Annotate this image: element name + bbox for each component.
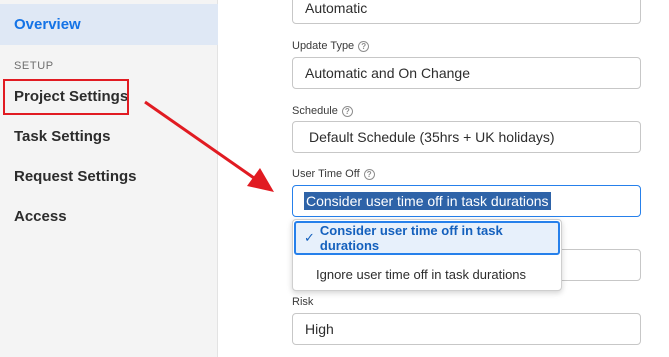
dropdown-option-label: Consider user time off in task durations [319, 223, 503, 253]
sidebar: Overview SETUP Project Settings Task Set… [0, 0, 218, 357]
user-time-off-dropdown: ✓ Consider user time off in task duratio… [292, 219, 562, 291]
update-type-select[interactable]: Automatic and On Change [292, 57, 641, 89]
sidebar-item-request-settings[interactable]: Request Settings [14, 168, 137, 185]
annotation-highlight-box [3, 79, 129, 115]
sidebar-section-setup: SETUP [14, 60, 54, 72]
sidebar-item-task-settings[interactable]: Task Settings [14, 128, 110, 145]
risk-value: High [305, 321, 334, 337]
help-icon[interactable]: ? [358, 40, 370, 52]
dropdown-option-label: Ignore user time off in task durations [316, 266, 527, 282]
user-time-off-label-text: User Time Off [292, 168, 360, 180]
user-time-off-select[interactable]: Consider user time off in task durations [292, 185, 641, 217]
schedule-value: Default Schedule (35hrs + UK holidays) [309, 129, 555, 145]
update-type-label-text: Update Type [292, 40, 355, 52]
risk-select[interactable]: High [292, 313, 641, 345]
sidebar-item-overview[interactable]: Overview [0, 4, 218, 45]
completion-mode-field[interactable]: Automatic [292, 0, 641, 24]
completion-mode-value: Automatic [305, 0, 368, 16]
schedule-label-text: Schedule [292, 105, 338, 117]
user-time-off-label: User Time Off ? [292, 168, 375, 180]
dropdown-option-consider[interactable]: ✓ Consider user time off in task duratio… [294, 221, 560, 255]
schedule-label: Schedule ? [292, 105, 353, 117]
dropdown-option-ignore[interactable]: Ignore user time off in task durations [293, 256, 561, 292]
help-icon[interactable]: ? [363, 168, 375, 180]
user-time-off-value: Consider user time off in task durations [304, 192, 551, 210]
risk-label-text: Risk [292, 296, 314, 308]
check-icon: ✓ [304, 230, 315, 245]
help-icon[interactable]: ? [341, 105, 353, 117]
schedule-select[interactable]: Default Schedule (35hrs + UK holidays) [292, 121, 641, 153]
risk-label: Risk [292, 296, 313, 308]
update-type-value: Automatic and On Change [305, 65, 470, 81]
update-type-label: Update Type ? [292, 40, 370, 52]
sidebar-item-label: Overview [14, 16, 81, 33]
sidebar-item-access[interactable]: Access [14, 208, 67, 225]
